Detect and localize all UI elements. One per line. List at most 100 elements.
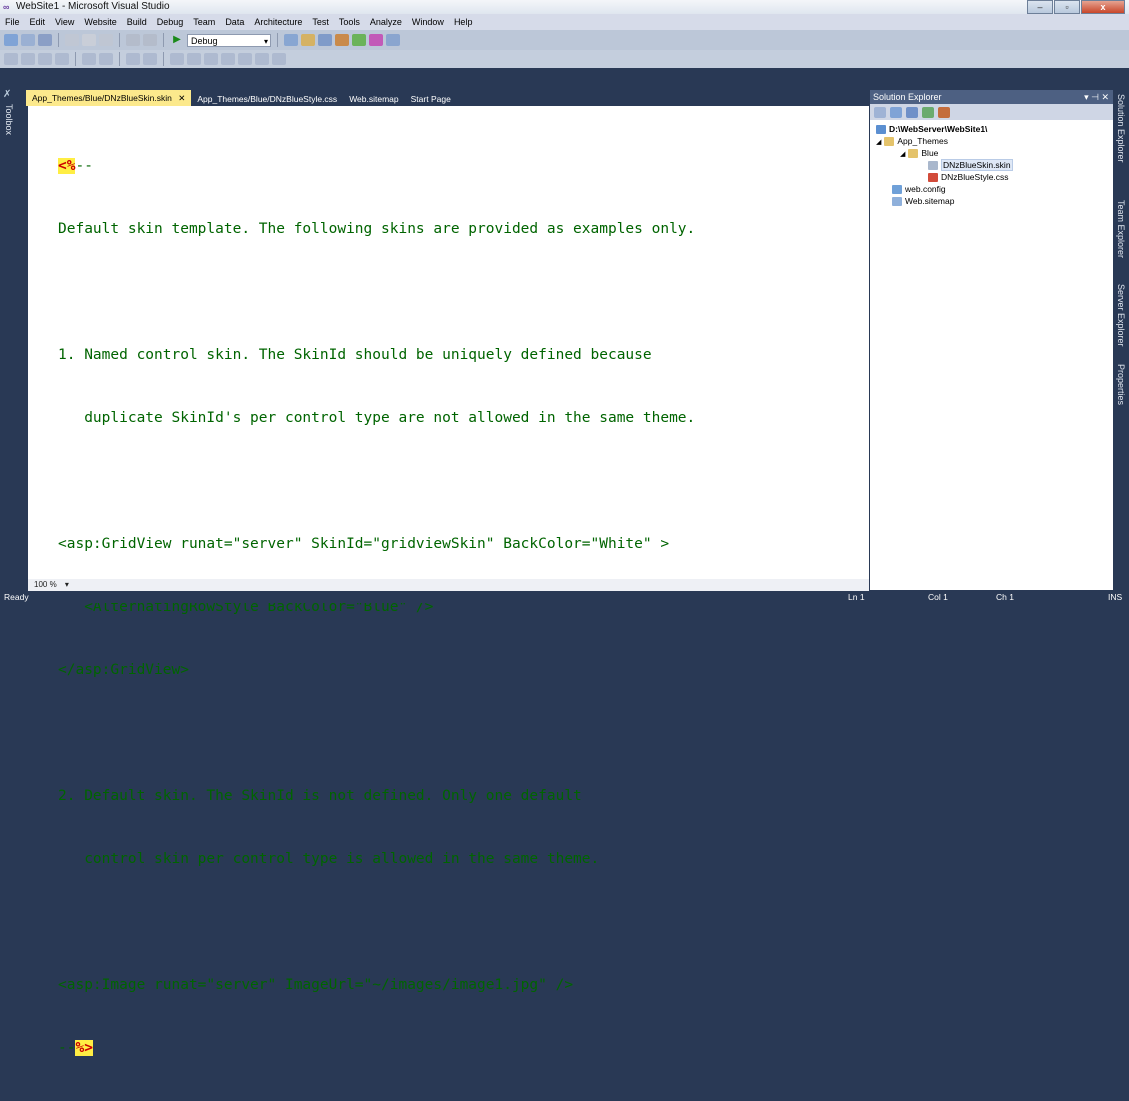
code-line: <%-- [58, 158, 93, 174]
menu-window[interactable]: Window [407, 17, 449, 27]
comment-icon[interactable] [126, 53, 140, 65]
code-line: </asp:GridView> [58, 662, 189, 678]
toolbox-pin-icon[interactable]: ✗ [3, 89, 11, 100]
list-members-icon[interactable] [4, 53, 18, 65]
previous-bookmark-folder-icon[interactable] [221, 53, 235, 65]
side-tab-solution-explorer[interactable]: Solution Explorer [1116, 94, 1126, 163]
properties-icon[interactable] [318, 34, 332, 46]
find-in-files-icon[interactable] [284, 34, 298, 46]
toggle-bookmark-icon[interactable] [170, 53, 184, 65]
menu-build[interactable]: Build [122, 17, 152, 27]
tree-item-dnzbluestyle[interactable]: DNzBlueStyle.css [870, 171, 1113, 183]
undo-icon[interactable] [126, 34, 140, 46]
toolbar-divider [75, 52, 76, 66]
tree-item-website[interactable]: D:\WebServer\WebSite1\ [870, 123, 1113, 135]
complete-word-icon[interactable] [55, 53, 69, 65]
save-all-icon[interactable] [38, 34, 52, 46]
maximize-button[interactable]: ▫ [1054, 0, 1080, 14]
window-title: WebSite1 - Microsoft Visual Studio [16, 1, 170, 12]
solution-explorer-icon[interactable] [301, 34, 315, 46]
tab-dnzblueskin[interactable]: App_Themes/Blue/DNzBlueSkin.skin ✕ [26, 90, 192, 106]
refresh-icon[interactable] [906, 106, 918, 118]
skin-file-icon [928, 161, 938, 171]
tab-label: App_Themes/Blue/DNzBlueStyle.css [197, 94, 338, 104]
start-page-icon[interactable] [386, 34, 400, 46]
menu-file[interactable]: File [0, 17, 25, 27]
panel-controls[interactable]: ▾ ⊣ ✕ [1084, 90, 1109, 104]
extension-manager-icon[interactable] [369, 34, 383, 46]
new-project-icon[interactable] [4, 34, 18, 46]
tree-item-web-sitemap[interactable]: Web.sitemap [870, 195, 1113, 207]
solution-tree: D:\WebServer\WebSite1\ ◢ App_Themes ◢ Blue… [870, 120, 1113, 207]
code-line: 1. Named control skin. The SkinId should… [58, 347, 652, 363]
close-tab-icon[interactable]: ✕ [178, 93, 185, 103]
save-icon[interactable] [21, 34, 35, 46]
paste-icon[interactable] [99, 34, 113, 46]
next-bookmark-icon[interactable] [204, 53, 218, 65]
find-icon[interactable] [272, 53, 286, 65]
tree-item-dnzblueskin[interactable]: DNzBlueSkin.skin [870, 159, 1113, 171]
solution-explorer-header: Solution Explorer ▾ ⊣ ✕ [870, 90, 1113, 104]
nest-related-files-icon[interactable] [922, 106, 934, 118]
folder-icon [884, 137, 895, 147]
side-tab-server-explorer[interactable]: Server Explorer [1116, 284, 1126, 347]
code-line: 2. Default skin. The SkinId is not defin… [58, 788, 582, 804]
code-line: Default skin template. The following ski… [58, 221, 696, 237]
tab-web-sitemap[interactable]: Web.sitemap [343, 92, 404, 106]
show-all-files-icon[interactable] [890, 106, 902, 118]
minimize-button[interactable]: – [1027, 0, 1053, 14]
decrease-indent-icon[interactable] [82, 53, 96, 65]
side-tab-properties[interactable]: Properties [1116, 364, 1126, 405]
previous-bookmark-icon[interactable] [187, 53, 201, 65]
menu-website[interactable]: Website [79, 17, 121, 27]
toolbox-tab[interactable]: Toolbox [4, 104, 14, 135]
tab-start-page[interactable]: Start Page [405, 92, 457, 106]
toolbox-icon[interactable] [335, 34, 349, 46]
tab-dnzbluestyle[interactable]: App_Themes/Blue/DNzBlueStyle.css [191, 92, 343, 106]
standard-toolbar: ▶ Debug [0, 30, 1129, 50]
side-tab-team-explorer[interactable]: Team Explorer [1116, 200, 1126, 258]
close-button[interactable]: x [1081, 0, 1125, 14]
menu-test[interactable]: Test [307, 17, 334, 27]
menu-architecture[interactable]: Architecture [249, 17, 307, 27]
menu-debug[interactable]: Debug [152, 17, 189, 27]
zoom-select[interactable]: 100 % [34, 580, 57, 589]
menu-tools[interactable]: Tools [334, 17, 365, 27]
expand-triangle-icon[interactable]: ◢ [900, 151, 905, 158]
chevron-down-icon[interactable]: ▾ [65, 580, 69, 589]
cut-icon[interactable] [65, 34, 79, 46]
next-bookmark-folder-icon[interactable] [238, 53, 252, 65]
tree-item-app-themes[interactable]: ◢ App_Themes [870, 135, 1113, 147]
solution-configuration-select[interactable]: Debug [187, 33, 271, 48]
tree-item-web-config[interactable]: web.config [870, 183, 1113, 195]
tab-label: Web.sitemap [349, 94, 399, 104]
parameter-info-icon[interactable] [21, 53, 35, 65]
object-browser-icon[interactable] [352, 34, 366, 46]
menu-help[interactable]: Help [449, 17, 478, 27]
uncomment-icon[interactable] [143, 53, 157, 65]
code-line: <asp:GridView runat="server" SkinId="gri… [58, 536, 670, 552]
tab-label: Start Page [410, 94, 451, 104]
editor-zoom-bar: 100 % ▾ [28, 579, 869, 591]
tab-label: App_Themes/Blue/DNzBlueSkin.skin [32, 93, 172, 103]
sitemap-file-icon [892, 197, 902, 207]
menu-analyze[interactable]: Analyze [365, 17, 407, 27]
text-editor-toolbar [0, 50, 1129, 68]
start-debugging-icon[interactable]: ▶ [170, 34, 184, 46]
code-editor[interactable]: <%-- Default skin template. The followin… [28, 106, 869, 1056]
menu-team[interactable]: Team [188, 17, 220, 27]
increase-indent-icon[interactable] [99, 53, 113, 65]
menu-view[interactable]: View [50, 17, 79, 27]
menu-data[interactable]: Data [220, 17, 249, 27]
menu-edit[interactable]: Edit [25, 17, 51, 27]
properties-icon[interactable] [874, 106, 886, 118]
copy-website-icon[interactable] [938, 106, 950, 118]
redo-icon[interactable] [143, 34, 157, 46]
tree-item-blue[interactable]: ◢ Blue [870, 147, 1113, 159]
quick-info-icon[interactable] [38, 53, 52, 65]
clear-bookmarks-icon[interactable] [255, 53, 269, 65]
expand-triangle-icon[interactable]: ◢ [876, 139, 881, 146]
document-tabs: App_Themes/Blue/DNzBlueSkin.skin ✕ App_T… [26, 90, 457, 106]
copy-icon[interactable] [82, 34, 96, 46]
